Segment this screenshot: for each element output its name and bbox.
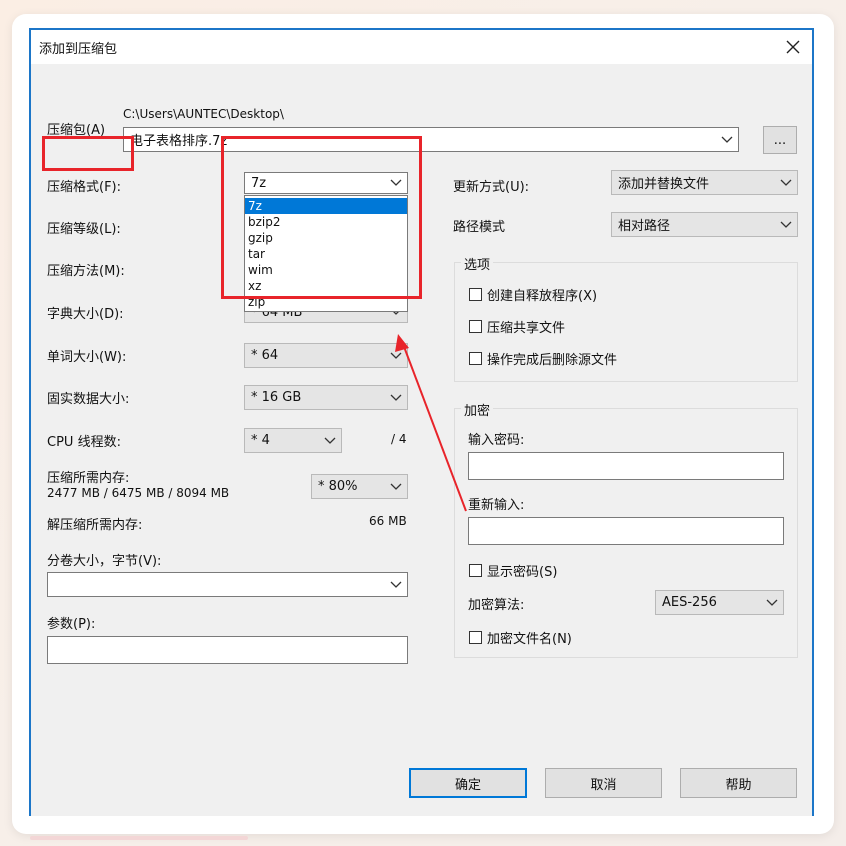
chevron-down-icon [775,213,797,236]
decomp-value: 66 MB [369,514,407,528]
threads-value: * 4 [251,433,270,448]
format-option[interactable]: wim [245,262,407,278]
pathmode-value: 相对路径 [618,219,671,234]
delete-checkbox[interactable]: 操作完成后删除源文件 [469,349,617,368]
chevron-down-icon [319,429,341,452]
decomp-label: 解压缩所需内存: [47,518,143,533]
chevron-down-icon [385,475,407,498]
ok-button[interactable]: 确定 [409,768,527,798]
format-combo[interactable]: 7z [244,172,408,194]
params-input[interactable] [47,636,408,664]
archive-name-value: 电子表格排序.7z [130,134,228,149]
sfx-label: 创建自释放程序(X) [487,289,598,304]
format-option[interactable]: bzip2 [245,214,407,230]
solid-value: * 16 GB [251,390,302,405]
word-value: * 64 [251,348,279,363]
checkbox-box [469,352,482,365]
chevron-down-icon [385,173,407,193]
update-value: 添加并替换文件 [618,177,710,192]
close-button[interactable] [780,34,806,60]
encrypt-names-checkbox[interactable]: 加密文件名(N) [469,628,572,647]
browse-button[interactable]: ... [763,126,797,154]
window-title: 添加到压缩包 [39,42,118,57]
update-combo[interactable]: 添加并替换文件 [611,170,798,195]
archive-path: C:\Users\AUNTEC\Desktop\ [123,107,284,121]
help-button[interactable]: 帮助 [680,768,797,798]
format-option[interactable]: zip [245,294,407,310]
chevron-down-icon [385,386,407,409]
chevron-down-icon [385,573,407,596]
chevron-down-icon [716,128,738,151]
split-combo[interactable] [47,572,408,597]
close-icon [786,40,800,54]
solid-combo[interactable]: * 16 GB [244,385,408,410]
word-label: 单词大小(W): [47,350,127,365]
cancel-button[interactable]: 取消 [545,768,662,798]
title-bar: 添加到压缩包 [31,30,812,64]
algo-label: 加密算法: [468,598,525,613]
password-label: 输入密码: [468,433,525,448]
checkbox-box [469,320,482,333]
threads-max: / 4 [391,432,407,446]
checkbox-box [469,288,482,301]
mem-detail: 2477 MB / 6475 MB / 8094 MB [47,486,230,500]
solid-label: 固实数据大小: [47,392,130,407]
method-label: 压缩方法(M): [47,264,125,279]
word-combo[interactable]: * 64 [244,343,408,368]
mem-combo[interactable]: * 80% [311,474,408,499]
algo-value: AES-256 [662,595,717,610]
update-label: 更新方式(U): [453,180,530,195]
archive-label: 压缩包(A) [47,123,106,138]
format-value: 7z [251,175,267,191]
split-label: 分卷大小，字节(V): [47,554,162,569]
shared-label: 压缩共享文件 [487,321,566,336]
delete-label: 操作完成后删除源文件 [487,353,618,368]
checkbox-box [469,564,482,577]
mem-label: 压缩所需内存: [47,471,130,486]
format-option[interactable]: 7z [245,198,407,214]
chevron-down-icon [761,591,783,614]
threads-combo[interactable]: * 4 [244,428,342,453]
format-dropdown-list: 7z bzip2 gzip tar wim xz zip [244,195,408,312]
params-label: 参数(P): [47,617,96,632]
pathmode-label: 路径模式 [453,220,506,235]
encrypt-names-label: 加密文件名(N) [487,632,572,647]
password-confirm-input[interactable] [468,517,784,545]
shared-checkbox[interactable]: 压缩共享文件 [469,317,565,336]
decorative-bar [30,836,248,840]
chevron-down-icon [775,171,797,194]
pathmode-combo[interactable]: 相对路径 [611,212,798,237]
format-label: 压缩格式(F): [47,180,122,195]
format-option[interactable]: tar [245,246,407,262]
password-confirm-label: 重新输入: [468,498,525,513]
algo-combo[interactable]: AES-256 [655,590,784,615]
level-label: 压缩等级(L): [47,222,121,237]
show-password-checkbox[interactable]: 显示密码(S) [469,561,557,580]
archive-name-combo[interactable]: 电子表格排序.7z [123,127,739,152]
options-title: 选项 [461,254,494,273]
encrypt-title: 加密 [461,400,494,419]
password-input[interactable] [468,452,784,480]
format-option[interactable]: xz [245,278,407,294]
threads-label: CPU 线程数: [47,435,121,450]
dialog-body: 压缩包(A) C:\Users\AUNTEC\Desktop\ 电子表格排序.7… [31,64,812,816]
chevron-down-icon [385,344,407,367]
sfx-checkbox[interactable]: 创建自释放程序(X) [469,285,597,304]
mem-value: * 80% [318,479,358,494]
dict-label: 字典大小(D): [47,307,124,322]
checkbox-box [469,631,482,644]
show-password-label: 显示密码(S) [487,565,558,580]
add-to-archive-dialog: 添加到压缩包 压缩包(A) C:\Users\AUNTEC\Desktop\ 电… [29,28,814,816]
format-option[interactable]: gzip [245,230,407,246]
